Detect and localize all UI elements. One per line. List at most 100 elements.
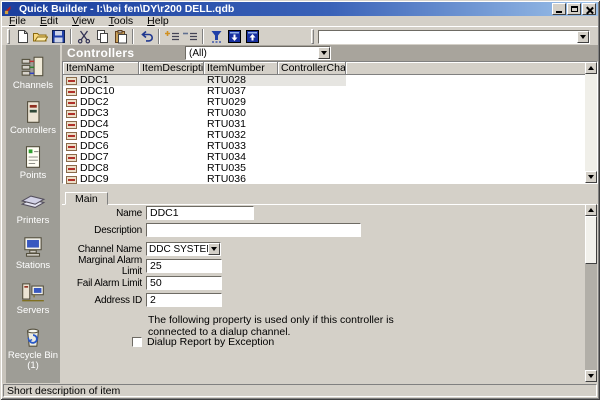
list-scrollbar[interactable]: [585, 62, 597, 183]
sidebar-item-channels[interactable]: Channels: [6, 55, 60, 91]
description-field[interactable]: [146, 223, 361, 237]
item-number: RTU032: [204, 130, 278, 141]
table-row[interactable]: DDC1 RTU028: [63, 75, 346, 86]
controller-item-icon: [66, 143, 77, 151]
add-items-icon: [164, 29, 180, 43]
tab-main[interactable]: Main: [65, 192, 108, 205]
toolbar-combobox[interactable]: [318, 30, 590, 44]
sidebar-item-controllers[interactable]: Controllers: [6, 100, 60, 136]
chevron-down-icon[interactable]: [577, 31, 589, 43]
item-number: RTU030: [204, 108, 278, 119]
filter-button[interactable]: [207, 28, 225, 45]
scroll-down-icon[interactable]: [585, 171, 597, 183]
menu-tools[interactable]: Tools: [102, 16, 141, 26]
copy-icon: [95, 29, 110, 44]
column-header-itemdescription[interactable]: ItemDescription: [139, 62, 204, 75]
download-button[interactable]: [225, 28, 243, 45]
toolbar-gripper[interactable]: [7, 29, 10, 44]
item-number: RTU037: [204, 86, 278, 97]
table-row[interactable]: DDC8 RTU035: [63, 163, 597, 174]
sidebar-item-label: Stations: [7, 261, 59, 271]
scrollbar-thumb[interactable]: [585, 216, 597, 264]
close-button[interactable]: [582, 3, 596, 15]
address-id-label: Address ID: [62, 295, 146, 306]
quick-builder-window: Quick Builder - I:\bei fen\DY\r200 DELL.…: [0, 0, 600, 400]
maximize-button[interactable]: [567, 3, 581, 15]
column-header-itemname[interactable]: ItemName: [63, 62, 139, 75]
item-name: DDC2: [80, 97, 109, 108]
controllers-icon: [20, 100, 46, 124]
scroll-down-icon[interactable]: [585, 370, 597, 382]
toolbar-separator: [158, 29, 160, 44]
channel-name-combobox[interactable]: DDC SYSTEM: [146, 242, 221, 256]
title-bar: Quick Builder - I:\bei fen\DY\r200 DELL.…: [2, 2, 598, 16]
address-id-field[interactable]: [146, 293, 222, 307]
sidebar-item-points[interactable]: Points: [6, 145, 60, 181]
sidebar-item-label: Points: [7, 171, 59, 181]
menu-help[interactable]: Help: [140, 16, 176, 26]
cut-button[interactable]: [75, 28, 93, 45]
column-header-itemnumber[interactable]: ItemNumber: [204, 62, 278, 75]
controller-item-icon: [66, 77, 77, 85]
scroll-up-icon[interactable]: [585, 204, 597, 216]
detail-scrollbar[interactable]: [585, 204, 597, 382]
filter-combobox[interactable]: (All): [185, 46, 331, 60]
remove-items-button[interactable]: [181, 28, 199, 45]
fail-alarm-limit-field[interactable]: [146, 276, 222, 290]
name-field[interactable]: [146, 206, 254, 220]
item-number: RTU028: [204, 75, 278, 86]
item-number: RTU035: [204, 163, 278, 174]
upload-button[interactable]: [243, 28, 261, 45]
column-header-filler: [346, 62, 597, 75]
chevron-down-icon[interactable]: [318, 47, 330, 59]
new-button[interactable]: [13, 28, 31, 45]
table-row[interactable]: DDC5 RTU032: [63, 130, 597, 141]
save-floppy-icon: [51, 29, 66, 44]
sidebar-item-servers[interactable]: Servers: [6, 280, 60, 316]
sidebar-item-stations[interactable]: Stations: [6, 235, 60, 271]
marginal-alarm-limit-field[interactable]: [146, 259, 222, 273]
scroll-up-icon[interactable]: [585, 62, 597, 74]
item-name: DDC4: [80, 119, 109, 130]
paste-clipboard-icon: [113, 29, 128, 44]
add-items-button[interactable]: [163, 28, 181, 45]
name-label: Name: [62, 208, 146, 219]
field-name: Name: [62, 206, 254, 220]
minimize-button[interactable]: [552, 3, 566, 15]
column-header-controllerchannel[interactable]: ControllerChann...: [278, 62, 346, 75]
copy-button[interactable]: [93, 28, 111, 45]
stations-icon: [20, 235, 46, 259]
toolbar-gripper[interactable]: [311, 29, 314, 44]
item-name: DDC6: [80, 141, 109, 152]
status-text: Short description of item: [3, 384, 597, 397]
menu-view[interactable]: View: [65, 16, 102, 26]
open-button[interactable]: [31, 28, 49, 45]
minimize-icon: [556, 11, 562, 13]
view-title: Controllers: [67, 46, 134, 60]
table-row[interactable]: DDC3 RTU030: [63, 108, 597, 119]
field-marginal-alarm-limit: Marginal Alarm Limit: [62, 259, 222, 273]
table-row[interactable]: DDC6 RTU033: [63, 141, 597, 152]
sidebar-item-printers[interactable]: Printers: [6, 190, 60, 226]
filter-combobox-value: (All): [186, 47, 318, 59]
table-row[interactable]: DDC4 RTU031: [63, 119, 597, 130]
menu-file[interactable]: File: [2, 16, 33, 26]
menu-edit[interactable]: Edit: [33, 16, 65, 26]
save-button[interactable]: [49, 28, 67, 45]
table-row[interactable]: DDC2 RTU029: [63, 97, 597, 108]
close-icon: [586, 6, 593, 13]
dialup-report-checkbox[interactable]: [132, 337, 142, 347]
list-column-headers: ItemName ItemDescription ItemNumber Cont…: [63, 62, 597, 75]
undo-button[interactable]: [137, 28, 155, 45]
paste-button[interactable]: [111, 28, 129, 45]
sidebar-item-recycle-bin[interactable]: Recycle Bin (1): [6, 325, 60, 371]
table-row[interactable]: DDC10 RTU037: [63, 86, 597, 97]
table-row[interactable]: DDC9 RTU036: [63, 174, 597, 185]
item-name: DDC7: [80, 152, 109, 163]
table-row[interactable]: DDC7 RTU034: [63, 152, 597, 163]
toolbar: [2, 26, 598, 45]
items-list: ItemName ItemDescription ItemNumber Cont…: [62, 61, 598, 184]
item-name: DDC1: [80, 75, 109, 86]
item-name: DDC10: [80, 86, 114, 97]
chevron-down-icon[interactable]: [208, 243, 220, 255]
